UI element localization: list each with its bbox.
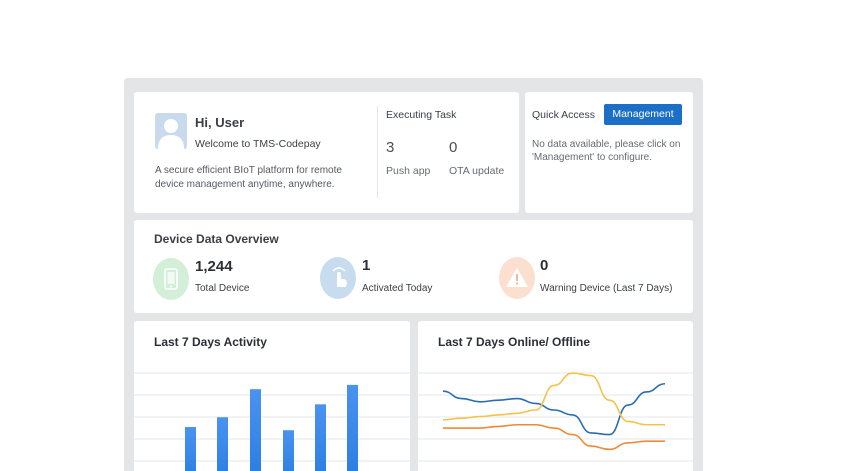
welcome-card: Hi, User Welcome to TMS-Codepay A secure… xyxy=(134,92,519,213)
executing-task-title: Executing Task xyxy=(386,109,457,121)
quick-access-card: Quick Access Management No data availabl… xyxy=(525,92,693,213)
push-app-label: Push app xyxy=(386,165,431,177)
quick-access-empty-text: No data available, please click on 'Mana… xyxy=(532,139,681,163)
activity-bar xyxy=(347,384,358,471)
greeting: Hi, User xyxy=(195,115,245,130)
tap-hand-icon xyxy=(320,257,356,299)
online-chart-card: Last 7 Days Online/ Offline xyxy=(418,321,693,471)
series-line-0 xyxy=(442,382,666,436)
platform-description: A secure efficient BIoT platform for rem… xyxy=(155,165,342,190)
warning-device-label: Warning Device (Last 7 Days) xyxy=(540,283,673,294)
welcome-message: Welcome to TMS-Codepay xyxy=(195,138,321,150)
series-line-2 xyxy=(442,423,665,451)
activated-today-count: 1 xyxy=(362,257,371,274)
total-device-label: Total Device xyxy=(195,283,250,294)
overview-title: Device Data Overview xyxy=(154,232,279,246)
activated-today-label: Activated Today xyxy=(362,283,433,294)
dashboard: Hi, User Welcome to TMS-Codepay A secure… xyxy=(124,78,703,471)
activity-chart-card: Last 7 Days Activity xyxy=(134,321,410,471)
ota-update-count[interactable]: 0 xyxy=(449,139,457,156)
warning-device-count: 0 xyxy=(540,257,549,274)
activity-bar xyxy=(250,389,261,471)
activity-bar-chart xyxy=(134,372,410,471)
push-app-count[interactable]: 3 xyxy=(386,139,394,156)
phone-icon xyxy=(153,258,189,300)
activity-bar xyxy=(283,430,294,471)
quick-access-title: Quick Access xyxy=(532,109,596,121)
activity-bar xyxy=(315,404,326,471)
user-avatar-icon xyxy=(155,113,187,149)
divider xyxy=(377,106,378,198)
warning-icon xyxy=(499,257,535,299)
device-overview-card: Device Data Overview 1,244 Total Device … xyxy=(134,220,693,313)
online-offline-line-chart xyxy=(418,372,693,462)
total-device-count: 1,244 xyxy=(195,258,233,275)
management-button[interactable]: Management xyxy=(604,104,682,125)
ota-update-label: OTA update xyxy=(449,165,505,177)
activity-bar xyxy=(217,417,228,471)
activity-bar xyxy=(185,427,196,471)
